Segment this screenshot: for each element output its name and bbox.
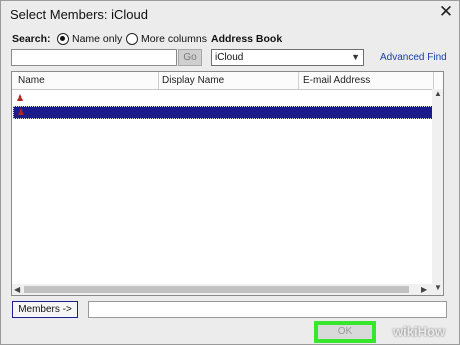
contact-group-icon: ♟ — [16, 93, 25, 103]
address-book-select[interactable]: iCloud ▼ — [211, 49, 364, 66]
address-book-label: Address Book — [211, 33, 283, 45]
chevron-down-icon: ▼ — [351, 52, 360, 62]
ok-button[interactable]: OK — [314, 321, 376, 343]
horizontal-scrollbar[interactable]: ◀ ▶ — [12, 284, 432, 295]
go-button[interactable]: Go — [178, 49, 202, 66]
dialog-title: Select Members: iCloud — [10, 7, 148, 22]
list-item[interactable]: ♟ — [13, 93, 433, 106]
members-list[interactable]: Name Display Name E-mail Address ♟ ♟ ▲ ▼… — [11, 71, 444, 296]
horizontal-scroll-thumb[interactable] — [24, 286, 409, 293]
radio-name-only-label: Name only — [72, 33, 123, 45]
scroll-right-icon[interactable]: ▶ — [421, 285, 427, 294]
list-header: Name Display Name E-mail Address — [12, 72, 443, 90]
search-label: Search: — [12, 33, 51, 45]
vertical-scrollbar[interactable]: ▲ ▼ — [432, 89, 443, 295]
scroll-up-icon[interactable]: ▲ — [434, 89, 442, 98]
members-field[interactable] — [88, 301, 447, 318]
watermark-logo: wikiHow — [393, 324, 446, 339]
select-members-dialog: Select Members: iCloud ✕ Search: Name on… — [0, 0, 460, 345]
column-header-name[interactable]: Name — [18, 75, 45, 86]
list-item-selected[interactable]: ♟ — [13, 106, 433, 119]
scroll-down-icon[interactable]: ▼ — [434, 283, 442, 292]
search-input[interactable] — [11, 49, 177, 66]
contact-group-icon: ♟ — [17, 107, 26, 117]
radio-more-columns-label: More columns — [141, 33, 207, 45]
advanced-find-link[interactable]: Advanced Find — [380, 52, 447, 63]
column-divider[interactable] — [158, 72, 159, 89]
column-header-display-name[interactable]: Display Name — [162, 75, 224, 86]
column-divider[interactable] — [433, 72, 434, 89]
column-header-email[interactable]: E-mail Address — [303, 75, 370, 86]
scroll-left-icon[interactable]: ◀ — [14, 285, 20, 294]
members-button[interactable]: Members -> — [12, 301, 78, 318]
column-divider[interactable] — [298, 72, 299, 89]
close-icon[interactable]: ✕ — [437, 3, 455, 21]
radio-name-only[interactable] — [57, 33, 69, 45]
radio-more-columns[interactable] — [126, 33, 138, 45]
address-book-value: iCloud — [215, 52, 244, 63]
